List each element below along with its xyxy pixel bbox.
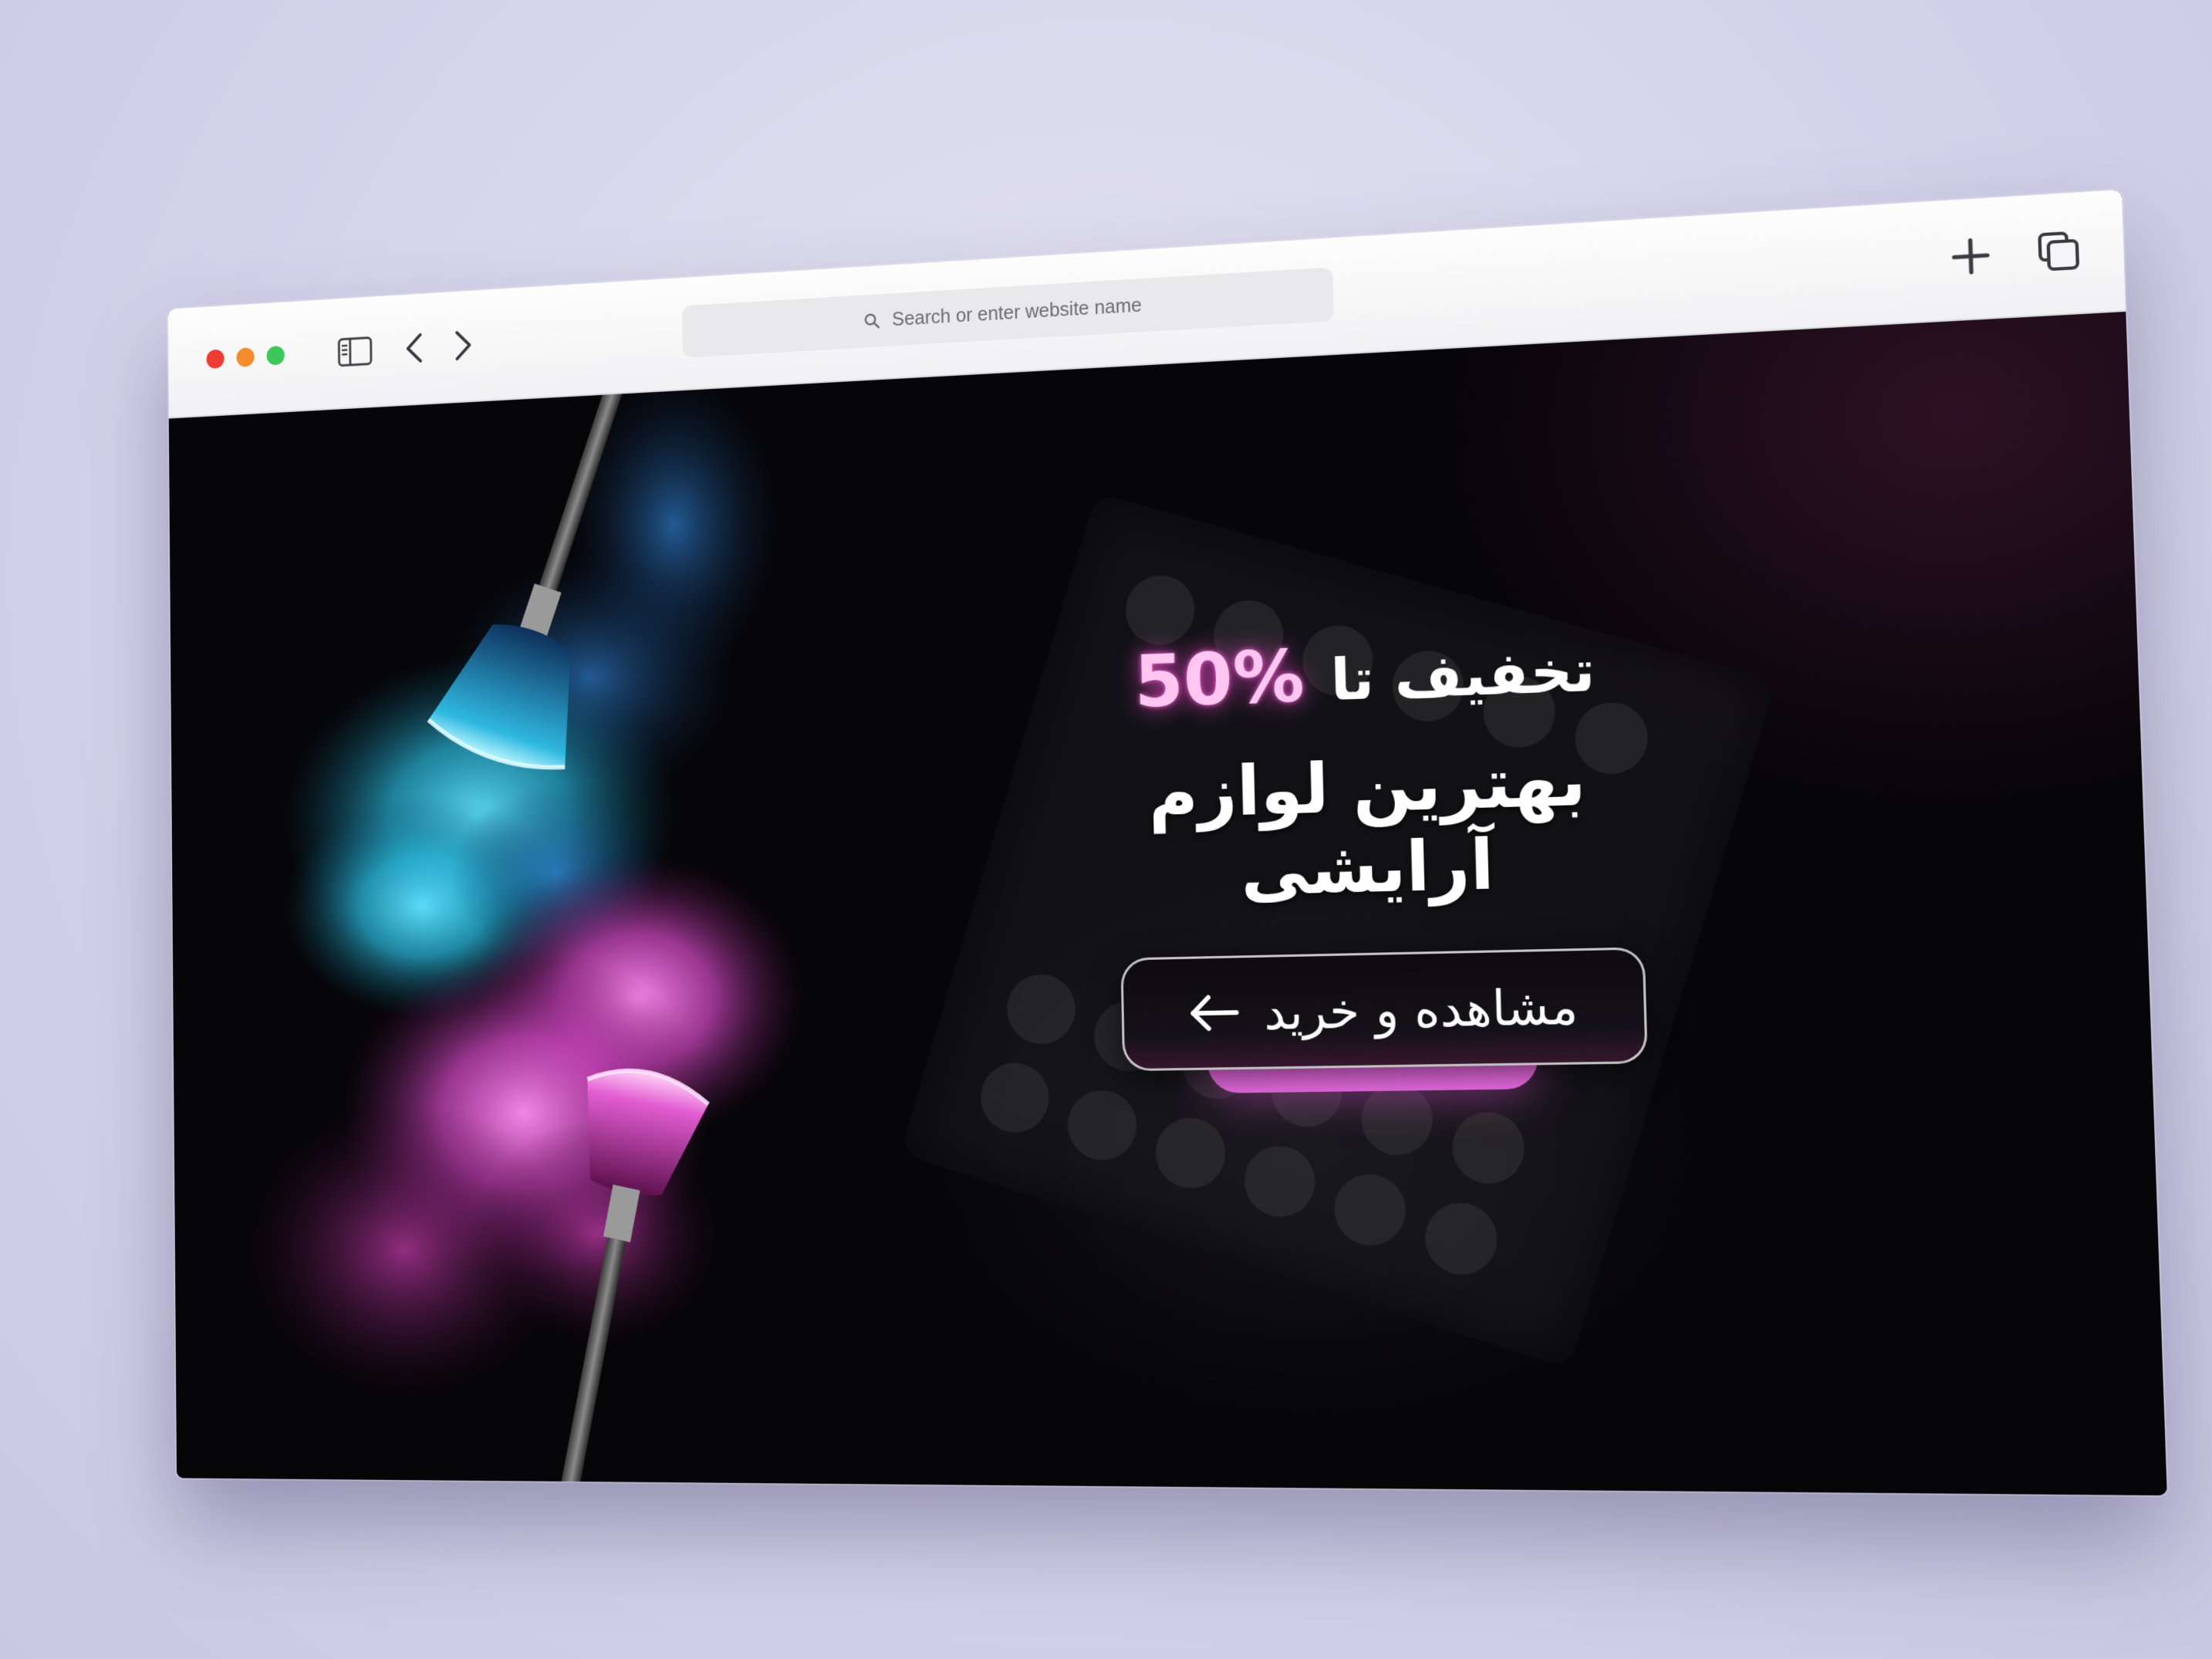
shop-now-label: مشاهده و خرید bbox=[1263, 977, 1579, 1041]
browser-mockup: Search or enter website name تخفیف تا 50… bbox=[167, 189, 2167, 1496]
shop-now-button[interactable]: مشاهده و خرید bbox=[1120, 947, 1648, 1072]
tabs-icon bbox=[2036, 229, 2081, 273]
address-bar[interactable]: Search or enter website name bbox=[681, 267, 1334, 358]
plus-icon bbox=[1950, 235, 1993, 278]
hero-headline: بهترین لوازم آرایشی bbox=[1147, 739, 1588, 911]
forward-button[interactable] bbox=[441, 320, 486, 370]
hero-text: تخفیف تا 50% بهترین لوازم آرایشی bbox=[1015, 619, 1727, 917]
sidebar-icon bbox=[337, 336, 372, 367]
chevron-left-icon bbox=[404, 332, 425, 365]
browser-window: Search or enter website name تخفیف تا 50… bbox=[167, 189, 2167, 1496]
search-icon bbox=[864, 313, 880, 330]
new-tab-button[interactable] bbox=[1944, 229, 1998, 283]
close-dot[interactable] bbox=[206, 349, 225, 370]
hero-section: تخفیف تا 50% بهترین لوازم آرایشی مشاهده … bbox=[168, 311, 2167, 1496]
makeup-brushes-powder-image bbox=[242, 377, 809, 1487]
back-button[interactable] bbox=[392, 323, 437, 373]
arrow-left-icon bbox=[1186, 993, 1241, 1033]
tabs-overview-button[interactable] bbox=[2031, 224, 2086, 278]
sidebar-button[interactable] bbox=[333, 327, 377, 377]
discount-label: تخفیف تا bbox=[1329, 637, 1596, 715]
cta-wrapper: مشاهده و خرید bbox=[1120, 947, 1660, 1106]
chevron-right-icon bbox=[452, 329, 474, 362]
minimize-dot[interactable] bbox=[236, 347, 255, 367]
address-placeholder: Search or enter website name bbox=[891, 294, 1143, 330]
maximize-dot[interactable] bbox=[266, 345, 285, 366]
discount-value: 50% bbox=[1133, 634, 1305, 724]
window-controls bbox=[206, 345, 285, 370]
